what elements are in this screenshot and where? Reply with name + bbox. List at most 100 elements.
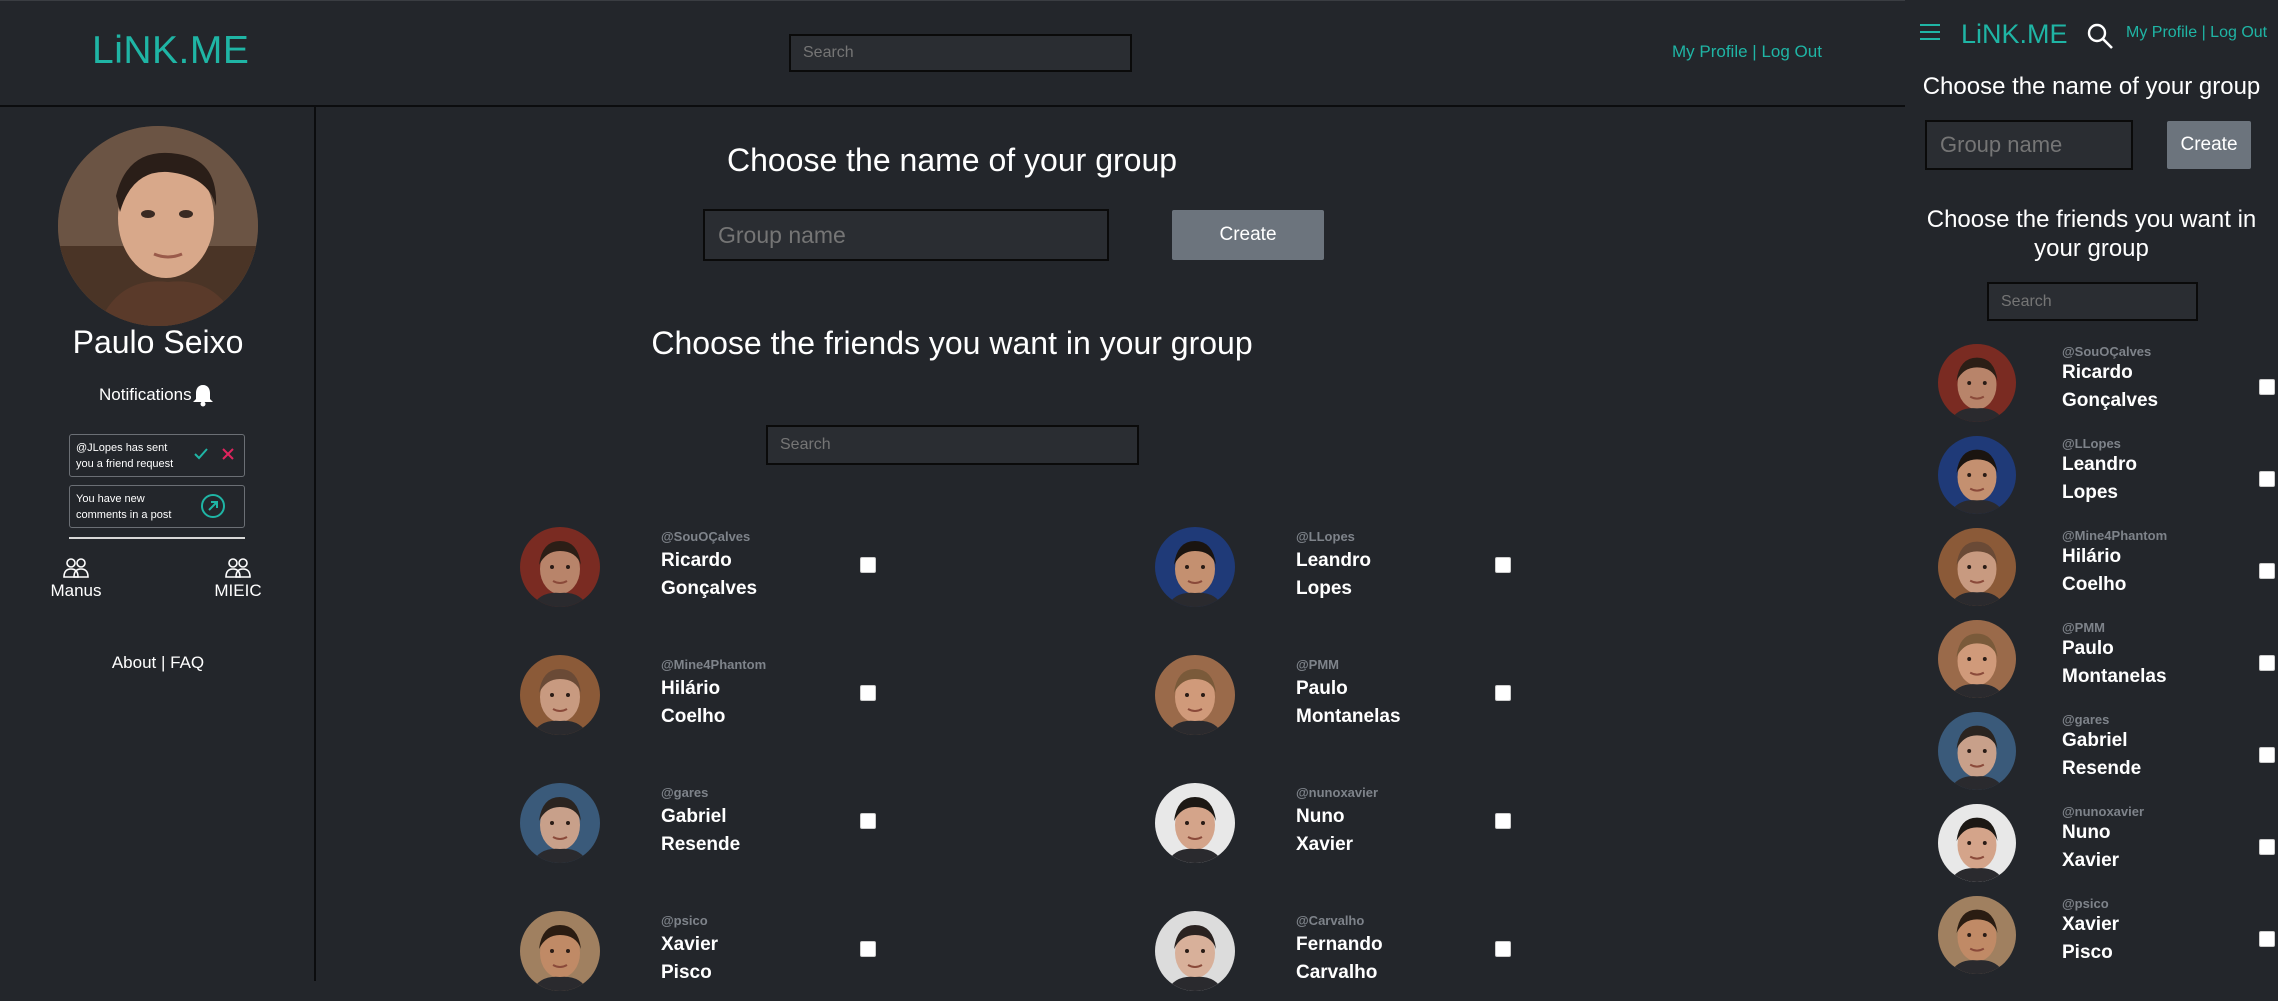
friend-select-checkbox[interactable]: [1495, 813, 1511, 829]
header-links: My Profile | Log Out: [1672, 42, 1822, 62]
friend-first-name: Nuno: [1296, 806, 1345, 827]
friend-item: @gares Gabriel Resende: [520, 783, 880, 873]
friend-avatar[interactable]: [1938, 712, 2016, 790]
my-profile-link[interactable]: My Profile: [1672, 42, 1748, 61]
friend-item: @SouOÇalves Ricardo Gonçalves: [1938, 344, 2278, 434]
friend-handle: @nunoxavier: [1296, 785, 1379, 800]
friend-avatar[interactable]: [1155, 911, 1235, 991]
group-name-input[interactable]: [1925, 120, 2133, 170]
about-link[interactable]: About: [112, 653, 156, 672]
friend-handle: @gares: [661, 785, 709, 800]
friend-name: Hilário Coelho: [661, 675, 801, 731]
friend-avatar[interactable]: [1938, 344, 2016, 422]
hamburger-menu-icon[interactable]: [1919, 22, 1941, 42]
friend-select-checkbox[interactable]: [2259, 563, 2275, 579]
friend-avatar[interactable]: [520, 911, 600, 991]
friend-last-name: Coelho: [661, 706, 726, 727]
friend-select-checkbox[interactable]: [1495, 557, 1511, 573]
friend-select-checkbox[interactable]: [860, 685, 876, 701]
brand-logo[interactable]: LiNK.ME: [1961, 19, 2068, 50]
header-search-input[interactable]: [789, 34, 1132, 72]
friend-select-checkbox[interactable]: [2259, 931, 2275, 947]
brand-logo[interactable]: LiNK.ME: [92, 29, 249, 73]
friend-name: Fernando Carvalho: [1296, 931, 1436, 987]
decline-x-icon[interactable]: [222, 448, 234, 460]
group-label: Manus: [50, 581, 102, 600]
search-icon[interactable]: [2086, 22, 2114, 50]
friend-avatar[interactable]: [520, 783, 600, 863]
create-group-button[interactable]: Create: [1172, 210, 1324, 260]
friend-handle: @psico: [661, 913, 708, 928]
footer-links: About | FAQ: [0, 653, 316, 673]
friend-avatar[interactable]: [1155, 527, 1235, 607]
friend-select-checkbox[interactable]: [1495, 941, 1511, 957]
notification-card-friend-request[interactable]: @JLopes has sent you a friend request: [69, 434, 245, 477]
friend-handle: @PMM: [1296, 657, 1340, 672]
friend-last-name: Gonçalves: [2062, 390, 2159, 411]
friend-first-name: Gabriel: [661, 806, 727, 827]
bell-icon[interactable]: [192, 383, 214, 407]
friend-last-name: Resende: [661, 834, 741, 855]
header-link-separator: |: [1747, 42, 1762, 61]
friend-handle: @nunoxavier: [2062, 804, 2145, 819]
friend-first-name: Leandro: [2062, 454, 2137, 475]
friend-item: @PMM Paulo Montanelas: [1155, 655, 1515, 745]
my-profile-link[interactable]: My Profile: [2126, 24, 2197, 41]
friend-avatar[interactable]: [1938, 620, 2016, 698]
header-link-separator: |: [2197, 24, 2211, 41]
friend-avatar[interactable]: [520, 527, 600, 607]
notification-card-comments[interactable]: You have new comments in a post: [69, 485, 245, 528]
friend-last-name: Resende: [2062, 758, 2142, 779]
friend-item: @LLopes Leandro Lopes: [1155, 527, 1515, 617]
logout-link[interactable]: Log Out: [2210, 24, 2267, 41]
friend-search-input[interactable]: [766, 425, 1139, 465]
desktop-view: LiNK.ME My Profile | Log Out Paulo Seixo…: [0, 0, 1905, 991]
friend-item: @SouOÇalves Ricardo Gonçalves: [520, 527, 880, 617]
friend-select-checkbox[interactable]: [2259, 379, 2275, 395]
friend-item: @LLopes Leandro Lopes: [1938, 436, 2278, 526]
friend-avatar[interactable]: [1938, 436, 2016, 514]
friend-select-checkbox[interactable]: [2259, 747, 2275, 763]
friend-select-checkbox[interactable]: [2259, 839, 2275, 855]
friend-avatar[interactable]: [520, 655, 600, 735]
open-arrow-icon[interactable]: [200, 493, 226, 519]
friend-last-name: Pisco: [661, 962, 712, 983]
friend-item: @psico Xavier Pisco: [520, 911, 880, 1001]
friend-first-name: Hilário: [661, 678, 721, 699]
group-name-input[interactable]: [703, 209, 1109, 261]
left-sidebar: Paulo Seixo Notifications @JLopes has se…: [0, 107, 316, 981]
faq-link[interactable]: FAQ: [170, 653, 204, 672]
accept-check-icon[interactable]: [194, 448, 208, 460]
notification-text: You have new comments in a post: [76, 493, 172, 521]
notifications-divider: [69, 537, 245, 539]
header-links: My Profile | Log Out: [2126, 24, 2267, 42]
create-group-button[interactable]: Create: [2167, 121, 2251, 169]
logout-link[interactable]: Log Out: [1761, 42, 1822, 61]
friend-select-checkbox[interactable]: [860, 941, 876, 957]
friend-select-checkbox[interactable]: [1495, 685, 1511, 701]
group-name-heading: Choose the name of your group: [1922, 73, 2261, 100]
friend-name: Hilário Coelho: [2062, 543, 2202, 599]
friend-name: Paulo Montanelas: [1296, 675, 1436, 731]
mobile-navbar: LiNK.ME My Profile | Log Out: [1905, 0, 2278, 69]
friend-first-name: Hilário: [2062, 546, 2122, 567]
friend-first-name: Gabriel: [2062, 730, 2128, 751]
friend-avatar[interactable]: [1938, 896, 2016, 974]
user-avatar[interactable]: [58, 126, 258, 326]
friend-search-input[interactable]: [1987, 282, 2198, 321]
friend-select-checkbox[interactable]: [860, 813, 876, 829]
friend-avatar[interactable]: [1155, 783, 1235, 863]
friend-select-checkbox[interactable]: [2259, 655, 2275, 671]
friend-name: Xavier Pisco: [661, 931, 801, 987]
friend-handle: @SouOÇalves: [661, 529, 751, 544]
friend-name: Gabriel Resende: [2062, 727, 2202, 783]
friend-avatar[interactable]: [1938, 528, 2016, 606]
friend-last-name: Carvalho: [1296, 962, 1378, 983]
group-manus[interactable]: Manus: [36, 557, 116, 601]
friend-avatar[interactable]: [1938, 804, 2016, 882]
friend-select-checkbox[interactable]: [860, 557, 876, 573]
friend-item: @nunoxavier Nuno Xavier: [1938, 804, 2278, 894]
friend-select-checkbox[interactable]: [2259, 471, 2275, 487]
friend-avatar[interactable]: [1155, 655, 1235, 735]
group-mieic[interactable]: MIEIC: [198, 557, 278, 601]
